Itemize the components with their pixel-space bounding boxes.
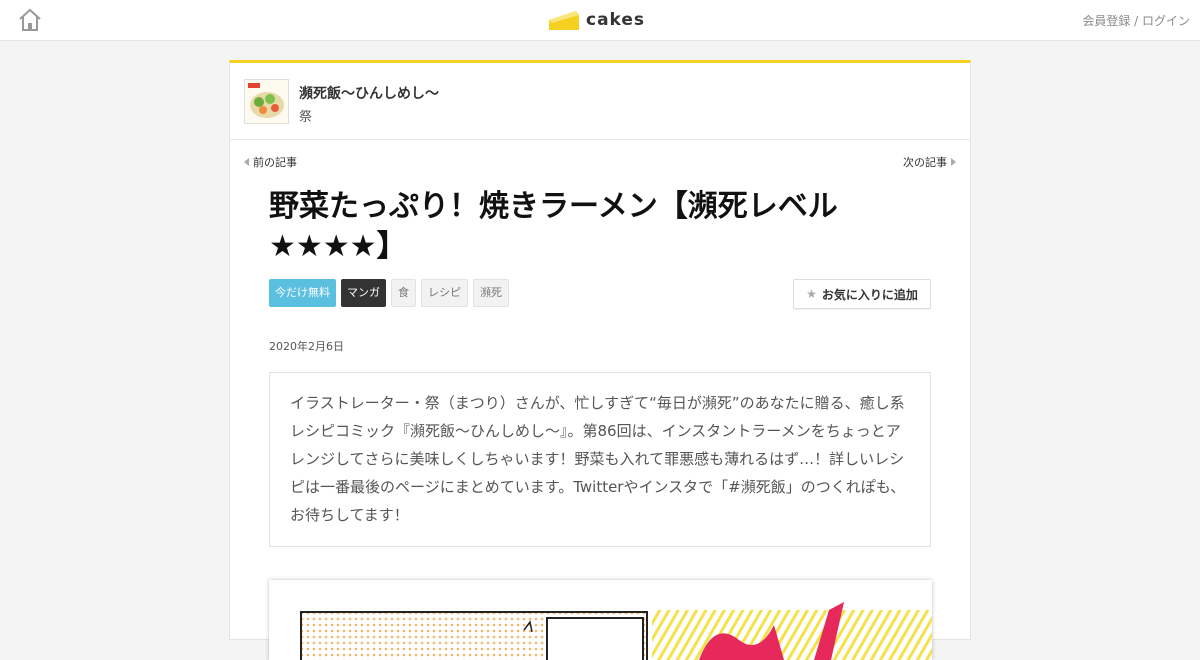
publish-date: 2020年2月6日 bbox=[269, 340, 344, 353]
series-thumbnail[interactable] bbox=[244, 79, 289, 124]
logo-text: cakes bbox=[586, 10, 646, 30]
add-favorite-label: お気に入りに追加 bbox=[821, 287, 918, 302]
auth-links[interactable]: 会員登録 / ログイン bbox=[1082, 12, 1190, 29]
tag-manga[interactable]: マンガ bbox=[341, 279, 386, 307]
article-card: 瀕死飯～ひんしめし～ 祭 前の記事 次の記事 野菜たっぷり！焼きラーメン【瀕死レ… bbox=[229, 60, 971, 660]
chevron-right-icon bbox=[951, 158, 956, 166]
article-title: 野菜たっぷり！焼きラーメン【瀕死レベル★★★★】 bbox=[269, 189, 838, 264]
add-favorite-button[interactable]: ★ お気に入りに追加 bbox=[793, 279, 931, 309]
star-icon: ★ bbox=[806, 287, 817, 301]
tag-hinshi[interactable]: 瀕死 bbox=[473, 279, 509, 307]
lead-text: イラストレーター・祭（まつり）さんが、忙しすぎて“毎日が瀕死”のあなたに贈る、癒… bbox=[269, 372, 931, 547]
cake-slice-icon bbox=[549, 11, 579, 30]
tag-food[interactable]: 食 bbox=[391, 279, 416, 307]
chevron-left-icon bbox=[244, 158, 249, 166]
series-author[interactable]: 祭 bbox=[299, 106, 312, 125]
manga-page-preview bbox=[269, 580, 932, 660]
tag-recipe[interactable]: レシピ bbox=[421, 279, 468, 307]
manga-panel-art bbox=[300, 602, 932, 660]
next-article-label: 次の記事 bbox=[903, 156, 947, 169]
prev-article-label: 前の記事 bbox=[253, 156, 297, 169]
prev-article-link[interactable]: 前の記事 bbox=[244, 154, 297, 170]
top-bar: cakes 会員登録 / ログイン bbox=[0, 0, 1200, 41]
dish-illustration-icon bbox=[245, 80, 288, 123]
series-title[interactable]: 瀕死飯～ひんしめし～ bbox=[299, 83, 439, 103]
tag-list: 今だけ無料 マンガ 食 レシピ 瀕死 bbox=[269, 279, 509, 307]
home-icon[interactable] bbox=[17, 8, 43, 32]
series-header[interactable]: 瀕死飯～ひんしめし～ 祭 bbox=[230, 63, 970, 140]
cakes-logo[interactable]: cakes bbox=[548, 6, 645, 34]
register-login-link[interactable]: 会員登録 / ログイン bbox=[1082, 14, 1190, 28]
next-article-link[interactable]: 次の記事 bbox=[903, 154, 956, 170]
tag-free[interactable]: 今だけ無料 bbox=[269, 279, 336, 307]
